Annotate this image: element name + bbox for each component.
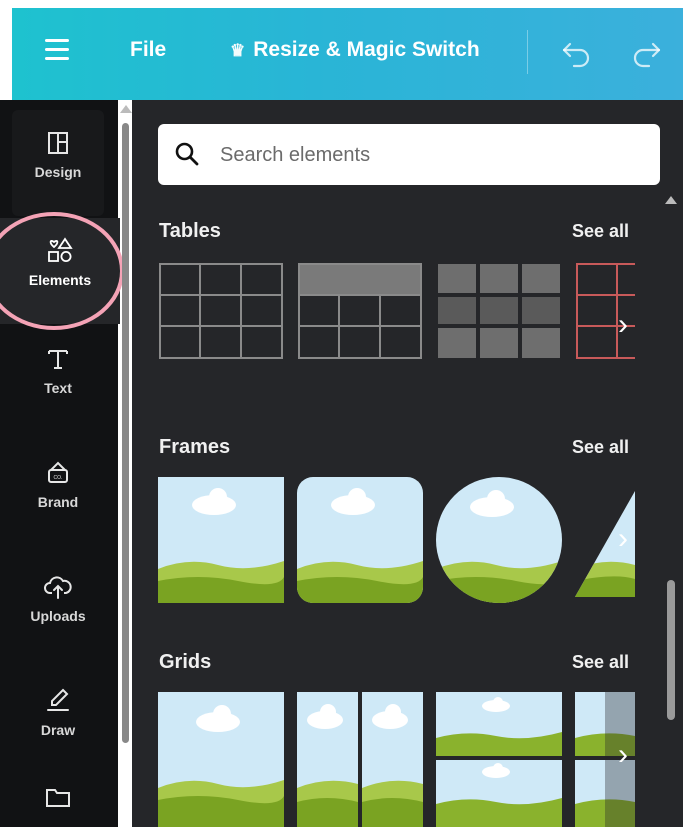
grid-thumbnail-two-columns[interactable] <box>297 692 423 827</box>
resize-label: Resize & Magic Switch <box>253 38 480 61</box>
section-title-grids: Grids <box>159 651 212 673</box>
sidebar-item-label: Text <box>44 380 72 396</box>
sidebar-item-uploads[interactable]: Uploads <box>12 554 104 660</box>
left-sidebar: Design Elements Text CO. Brand Uploads D… <box>0 100 120 827</box>
frame-thumbnail-circle[interactable] <box>436 477 562 603</box>
sidebar-item-label: Draw <box>40 722 76 738</box>
cloud-upload-icon <box>44 576 72 599</box>
draw-pen-icon <box>47 688 69 711</box>
canva-editor: File ♛ Resize & Magic Switch Design Elem… <box>0 0 683 827</box>
panel-scroll-thumb[interactable] <box>667 580 675 720</box>
frames-next-arrow-icon[interactable]: › <box>618 524 640 554</box>
sidebar-scrollbar[interactable] <box>118 105 132 750</box>
sidebar-item-brand[interactable]: CO. Brand <box>12 440 104 546</box>
see-all-frames-button[interactable]: See all <box>572 437 629 458</box>
section-title-frames: Frames <box>159 436 231 458</box>
sidebar-item-text[interactable]: Text <box>12 326 104 432</box>
toolbar-divider <box>527 30 528 74</box>
grid-thumbnail-single[interactable] <box>158 692 284 827</box>
undo-icon[interactable] <box>560 36 594 70</box>
sidebar-item-label: Brand <box>37 494 79 510</box>
file-menu-button[interactable]: File <box>130 38 166 62</box>
top-toolbar: File ♛ Resize & Magic Switch <box>12 8 683 100</box>
brand-kit-icon: CO. <box>48 461 68 483</box>
section-title-tables: Tables <box>159 220 221 242</box>
folder-icon <box>46 789 70 807</box>
resize-magic-switch-button[interactable]: ♛ Resize & Magic Switch <box>230 38 480 62</box>
search-input[interactable] <box>218 136 642 174</box>
frame-thumbnail-square[interactable] <box>158 477 284 603</box>
sidebar-item-draw[interactable]: Draw <box>12 668 104 774</box>
frame-thumbnail-rounded[interactable] <box>297 477 423 603</box>
svg-text:CO.: CO. <box>54 475 63 481</box>
sidebar-item-label: Uploads <box>30 608 86 624</box>
crown-icon: ♛ <box>230 41 246 60</box>
table-thumbnail-filled[interactable] <box>436 262 562 388</box>
text-t-icon <box>48 350 68 369</box>
elements-panel: Tables See all <box>132 100 683 827</box>
search-box[interactable] <box>158 124 660 185</box>
grids-next-arrow-icon[interactable]: › <box>618 740 640 770</box>
table-thumbnail-header[interactable] <box>297 262 423 388</box>
see-all-grids-button[interactable]: See all <box>572 652 629 673</box>
scroll-up-icon[interactable] <box>120 105 132 113</box>
tables-next-arrow-icon[interactable]: › <box>618 310 640 340</box>
grid-thumbnail-two-rows[interactable] <box>436 692 562 827</box>
redo-icon[interactable] <box>629 36 663 70</box>
search-icon <box>175 142 199 166</box>
sidebar-item-design[interactable]: Design <box>12 110 104 216</box>
layout-icon <box>48 132 68 154</box>
sidebar-item-projects[interactable] <box>12 764 104 827</box>
panel-scrollbar[interactable] <box>663 196 679 827</box>
table-thumbnail-plain[interactable] <box>158 262 284 388</box>
sidebar-item-label: Design <box>34 164 82 180</box>
see-all-tables-button[interactable]: See all <box>572 221 629 242</box>
sidebar-scroll-thumb[interactable] <box>122 123 129 743</box>
scroll-up-icon[interactable] <box>665 196 677 204</box>
hamburger-menu-icon[interactable] <box>45 39 69 61</box>
